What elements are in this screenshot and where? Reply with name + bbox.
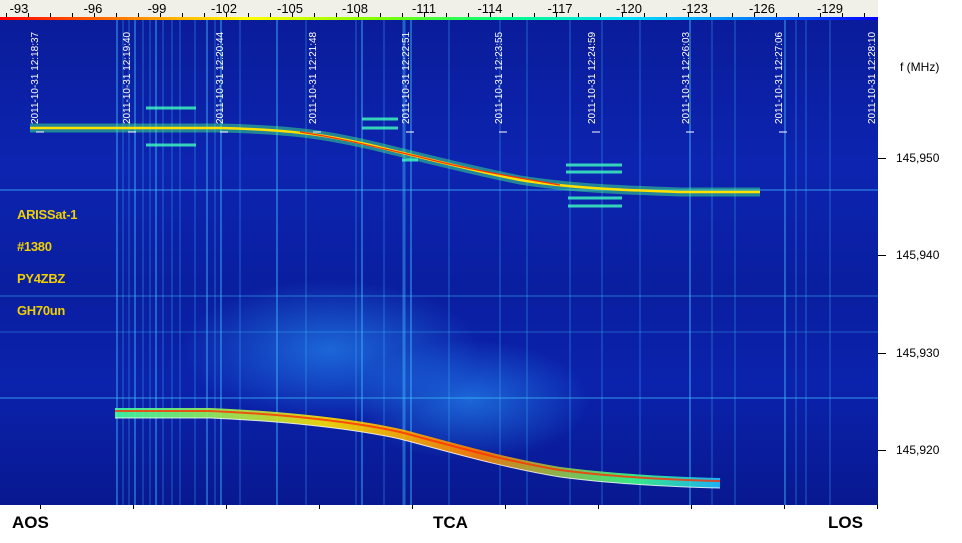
spectrogram[interactable]: 2011-10-31 12:18:37 2011-10-31 12:19:40 … (0, 20, 878, 505)
db-label: -108 (341, 1, 369, 16)
time-tick (784, 505, 785, 509)
waterfall-window: -93 -96 -99 -102 -105 -108 -111 -114 -11… (0, 0, 962, 543)
timestamp: 2011-10-31 12:21:48 (308, 31, 319, 124)
frequency-unit: f (MHz) (900, 60, 940, 74)
time-tick (412, 505, 413, 509)
time-tick (598, 505, 599, 509)
time-tick (505, 505, 506, 509)
db-label: -126 (748, 1, 776, 16)
upper-carrier-trace (30, 123, 760, 197)
frequency-label: 145,950 (896, 151, 940, 165)
time-tick (40, 505, 41, 509)
db-label: -93 (9, 1, 29, 16)
timestamp: 2011-10-31 12:19:40 (122, 31, 133, 124)
db-label: -99 (147, 1, 167, 16)
time-tick (133, 505, 134, 509)
time-tick (319, 505, 320, 509)
frequency-tick (878, 158, 886, 159)
db-scale: -93 -96 -99 -102 -105 -108 -111 -114 -11… (0, 0, 878, 18)
timestamp: 2011-10-31 12:26:03 (681, 31, 692, 124)
db-label: -102 (210, 1, 238, 16)
frequency-tick (878, 255, 886, 256)
timestamp: 2011-10-31 12:28:10 (867, 31, 878, 124)
timestamp: 2011-10-31 12:22:51 (401, 31, 412, 124)
aos-label: AOS (12, 513, 49, 532)
time-tick (691, 505, 692, 509)
frequency-axis: f (MHz) 145,950 145,940 145,930 145,920 (878, 0, 962, 505)
frequency-label: 145,940 (896, 248, 940, 262)
db-label: -123 (681, 1, 709, 16)
time-tick (226, 505, 227, 509)
timestamp: 2011-10-31 12:20:44 (215, 31, 226, 124)
time-tick (877, 505, 878, 509)
frequency-tick (878, 353, 886, 354)
db-label: -96 (83, 1, 103, 16)
frequency-tick (878, 450, 886, 451)
frequency-label: 145,920 (896, 443, 940, 457)
timestamp: 2011-10-31 12:27:06 (774, 31, 785, 124)
pass-timeline: AOS TCA LOS (0, 505, 878, 543)
orbit-number: #1380 (17, 239, 52, 254)
satellite-name: ARISSat-1 (17, 207, 78, 222)
timestamp: 2011-10-31 12:23:55 (494, 31, 505, 124)
tca-label: TCA (433, 513, 468, 532)
timestamp: 2011-10-31 12:18:37 (30, 31, 41, 124)
db-label: -105 (276, 1, 304, 16)
callsign: PY4ZBZ (17, 271, 66, 286)
frequency-label: 145,930 (896, 346, 940, 360)
db-label: -117 (547, 1, 573, 16)
timestamp: 2011-10-31 12:24:59 (587, 31, 598, 124)
los-label: LOS (828, 513, 863, 532)
db-label: -120 (615, 1, 643, 16)
grid-locator: GH70un (17, 303, 66, 318)
